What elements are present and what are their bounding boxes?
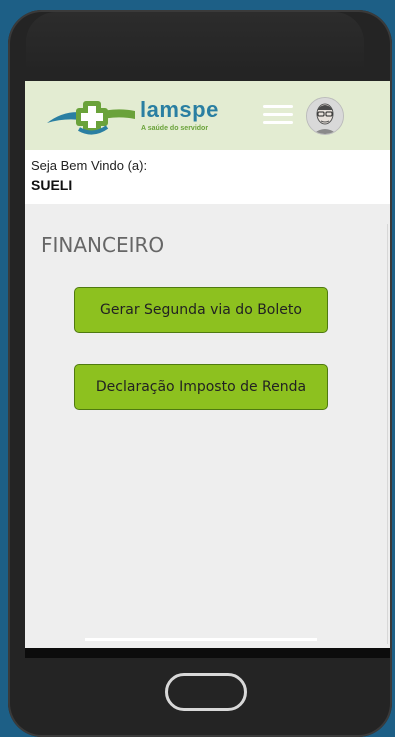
page-title: FINANCEIRO <box>41 233 165 257</box>
user-avatar[interactable] <box>306 97 344 135</box>
cross-logo-icon <box>47 101 135 135</box>
main-content: FINANCEIRO Gerar Segunda via do Boleto D… <box>25 204 390 657</box>
welcome-label: Seja Bem Vindo (a): <box>31 158 148 173</box>
avatar-face-icon <box>307 98 343 134</box>
brand-name: lamspe <box>140 97 219 122</box>
app-header: lamspe A saúde do servidor <box>25 81 390 150</box>
welcome-panel: Seja Bem Vindo (a): SUELI <box>25 150 390 204</box>
scrollbar[interactable] <box>387 224 388 644</box>
bottom-indicator <box>85 638 317 641</box>
lamspe-logo[interactable]: lamspe A saúde do servidor <box>45 93 235 141</box>
hamburger-menu-icon[interactable] <box>263 103 293 127</box>
brand-tagline: A saúde do servidor <box>141 125 209 132</box>
user-name: SUELI <box>31 177 73 193</box>
generate-boleto-button[interactable]: Gerar Segunda via do Boleto <box>74 287 328 333</box>
phone-bezel <box>26 12 364 72</box>
income-tax-declaration-button[interactable]: Declaração Imposto de Renda <box>74 364 328 410</box>
app-screen: lamspe A saúde do servidor Seja Bem Vind… <box>25 81 390 657</box>
navigation-bar <box>25 648 390 658</box>
home-button[interactable] <box>165 673 247 711</box>
